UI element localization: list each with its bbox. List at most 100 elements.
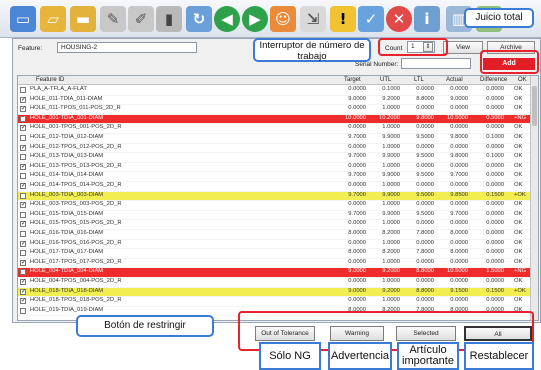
export-icon[interactable]: ⇲ <box>300 6 326 32</box>
go-back-icon[interactable]: ◀ <box>214 6 240 32</box>
table-row[interactable]: ✓ HOLE_016-TPOS_016-POS_2D_R 0.0000 1.0000 0… <box>18 240 532 250</box>
view-button[interactable]: View <box>443 41 483 54</box>
table-row[interactable]: ✓ HOLE_004-TPOS_004-POS_2D_R 0.0000 1.0000 0… <box>18 278 532 288</box>
table-row[interactable]: ✓ HOLE_017-TPOS_017-POS_2D_R 0.0000 1.0000 0… <box>18 259 532 269</box>
table-row[interactable]: ✓ HOLE_013-TPOS_013-POS_2D_R 0.0000 1.0000 0… <box>18 163 532 173</box>
row-checkbox[interactable] <box>20 135 26 141</box>
table-row[interactable]: HOLE_014-TDIA_014-DIAM 9.7000 9.9000 9.5000… <box>18 172 532 182</box>
table-row[interactable]: ✓ HOLE_001-TPOS_001-POS_2D_R 0.0000 1.0000 0… <box>18 124 532 134</box>
row-checkbox[interactable]: ✓ <box>20 240 26 247</box>
actual-cell: 9.8000 <box>450 153 468 160</box>
row-checkbox[interactable] <box>20 87 26 93</box>
refresh-icon[interactable]: ↻ <box>186 6 212 32</box>
table-row[interactable]: ✓ HOLE_011-TDIA_011-DIAM 9.0000 9.2000 8.800… <box>18 96 532 106</box>
row-checkbox[interactable]: ✓ <box>20 288 26 295</box>
table-row[interactable]: HOLE_015-TDIA_015-DIAM 9.7000 9.9000 9.5000… <box>18 211 532 221</box>
table-row[interactable]: HOLE_017-TDIA_017-DIAM 8.0000 8.2000 7.8000… <box>18 249 532 259</box>
actual-cell: 0.0000 <box>450 278 468 284</box>
row-checkbox[interactable] <box>20 211 26 218</box>
row-checkbox[interactable]: ✓ <box>20 125 26 132</box>
feature-id-cell: HOLE_017-TPOS_017-POS_2D_R <box>30 258 122 265</box>
row-checkbox[interactable]: ✓ <box>20 106 26 113</box>
col-actual: Actual <box>446 77 463 83</box>
row-checkbox[interactable]: ✓ <box>20 183 26 189</box>
row-checkbox[interactable]: ✓ <box>20 144 26 151</box>
row-checkbox[interactable] <box>20 231 26 237</box>
row-checkbox[interactable] <box>20 250 26 257</box>
actual-cell: 9.8000 <box>450 134 468 140</box>
go-forward-icon[interactable]: ▶ <box>242 6 268 32</box>
table-row[interactable]: ✓ HOLE_011-TPOS_011-POS_2D_R 0.0000 1.0000 0… <box>18 105 532 115</box>
row-checkbox[interactable] <box>20 192 26 199</box>
utl-cell: 8.2000 <box>382 230 400 236</box>
serial-number-input[interactable] <box>401 58 471 69</box>
ltl-cell: 0.0000 <box>416 239 434 246</box>
row-checkbox[interactable] <box>20 269 26 276</box>
close-icon[interactable]: ✕ <box>386 6 412 32</box>
utl-cell: 9.2000 <box>382 95 400 102</box>
target-cell: 9.0000 <box>348 287 366 294</box>
utl-cell: 1.0000 <box>382 162 400 169</box>
table-row[interactable]: ✓ HOLE_014-TPOS_014-POS_2D_R 0.0000 1.0000 0… <box>18 182 532 192</box>
row-checkbox[interactable]: ✓ <box>20 259 26 266</box>
table-row[interactable]: ✓ HOLE_012-TPOS_012-POS_2D_R 0.0000 1.0000 0… <box>18 144 532 154</box>
callout-boton-restringir: Botón de restringir <box>76 315 214 337</box>
ltl-cell: 9.5000 <box>416 172 434 179</box>
table-row[interactable]: ✓ HOLE_015-TPOS_015-POS_2D_R 0.0000 1.0000 0… <box>18 220 532 230</box>
difference-cell: 0.0000 <box>486 162 504 169</box>
target-cell: 9.7000 <box>348 153 366 160</box>
check-icon[interactable]: ✓ <box>358 6 384 32</box>
utl-cell: 1.0000 <box>382 239 400 246</box>
open-folder-icon[interactable]: ▱ <box>40 6 66 32</box>
row-checkbox[interactable] <box>20 173 26 180</box>
row-checkbox[interactable]: ✓ <box>20 163 26 170</box>
status-cell: OK <box>514 182 523 188</box>
edit-icon[interactable]: ✐ <box>128 6 154 32</box>
new-file-icon[interactable]: ▭ <box>10 6 36 32</box>
table-row[interactable]: HOLE_012-TDIA_012-DIAM 9.7000 9.9000 9.5000… <box>18 134 532 144</box>
info-icon[interactable]: i <box>414 6 440 32</box>
col-target: Target <box>344 77 361 83</box>
table-row[interactable]: ✓ HOLE_003-TPOS_003-POS_2D_R 0.0000 1.0000 0… <box>18 201 532 211</box>
actual-cell: 9.7000 <box>450 172 468 179</box>
actual-cell: 0.0000 <box>450 105 468 112</box>
utl-cell: 0.1000 <box>382 86 400 92</box>
table-scrollbar[interactable] <box>530 76 538 320</box>
table-row[interactable]: ✓ HOLE_018-TPOS_018-POS_2D_R 0.0000 1.0000 0… <box>18 297 532 307</box>
target-cell: 0.0000 <box>348 86 366 92</box>
feature-id-cell: HOLE_015-TDIA_015-DIAM <box>30 210 104 217</box>
table-row[interactable]: PLA_A-TFLA_A-FLAT 0.0000 0.1000 0.0000 0.000… <box>18 86 532 96</box>
table-row[interactable]: HOLE_004-TDIA_004-DIAM 9.0000 9.2000 8.8000… <box>18 268 532 278</box>
ltl-cell: 0.0000 <box>416 297 434 304</box>
scrollbar-thumb[interactable] <box>532 86 537 126</box>
users-icon[interactable]: ☺ <box>270 6 296 32</box>
row-checkbox[interactable] <box>20 307 26 314</box>
difference-cell: 0.0000 <box>486 210 504 217</box>
utl-cell: 9.2000 <box>382 287 400 294</box>
status-cell: OK <box>514 201 523 208</box>
utl-cell: 9.2000 <box>382 268 400 275</box>
row-checkbox[interactable] <box>20 154 26 161</box>
table-row[interactable]: HOLE_013-TDIA_013-DIAM 9.7000 9.9000 9.5000… <box>18 153 532 163</box>
status-cell: OK <box>514 230 523 236</box>
row-checkbox[interactable]: ✓ <box>20 202 26 209</box>
feature-id-cell: HOLE_014-TDIA_014-DIAM <box>30 172 104 179</box>
table-row[interactable]: HOLE_003-TDIA_003-DIAM 9.7000 9.9000 9.5000… <box>18 191 532 202</box>
settings-icon[interactable]: ✎ <box>100 6 126 32</box>
col-ok: OK <box>518 77 527 83</box>
folder-icon[interactable]: ▬ <box>70 6 96 32</box>
target-cell: 0.0000 <box>348 278 366 284</box>
row-checkbox[interactable]: ✓ <box>20 115 26 122</box>
table-row[interactable]: ✓ HOLE_001-TDIA_001-DIAM 10.0000 10.2000 9.8… <box>18 114 532 125</box>
delete-icon[interactable]: ▮ <box>156 6 182 32</box>
feature-name-field[interactable]: HOUSING-2 <box>57 42 197 53</box>
warning-icon[interactable]: ! <box>330 6 356 32</box>
table-row[interactable]: ✓ HOLE_018-TDIA_018-DIAM 9.0000 9.2000 8.800… <box>18 287 532 298</box>
row-checkbox[interactable]: ✓ <box>20 298 26 305</box>
actual-cell: 0.0000 <box>450 143 468 150</box>
row-checkbox[interactable]: ✓ <box>20 96 26 103</box>
status-cell: OK <box>514 220 523 227</box>
row-checkbox[interactable]: ✓ <box>20 221 26 228</box>
table-row[interactable]: HOLE_016-TDIA_016-DIAM 8.0000 8.2000 7.8000… <box>18 230 532 240</box>
row-checkbox[interactable]: ✓ <box>20 279 26 285</box>
